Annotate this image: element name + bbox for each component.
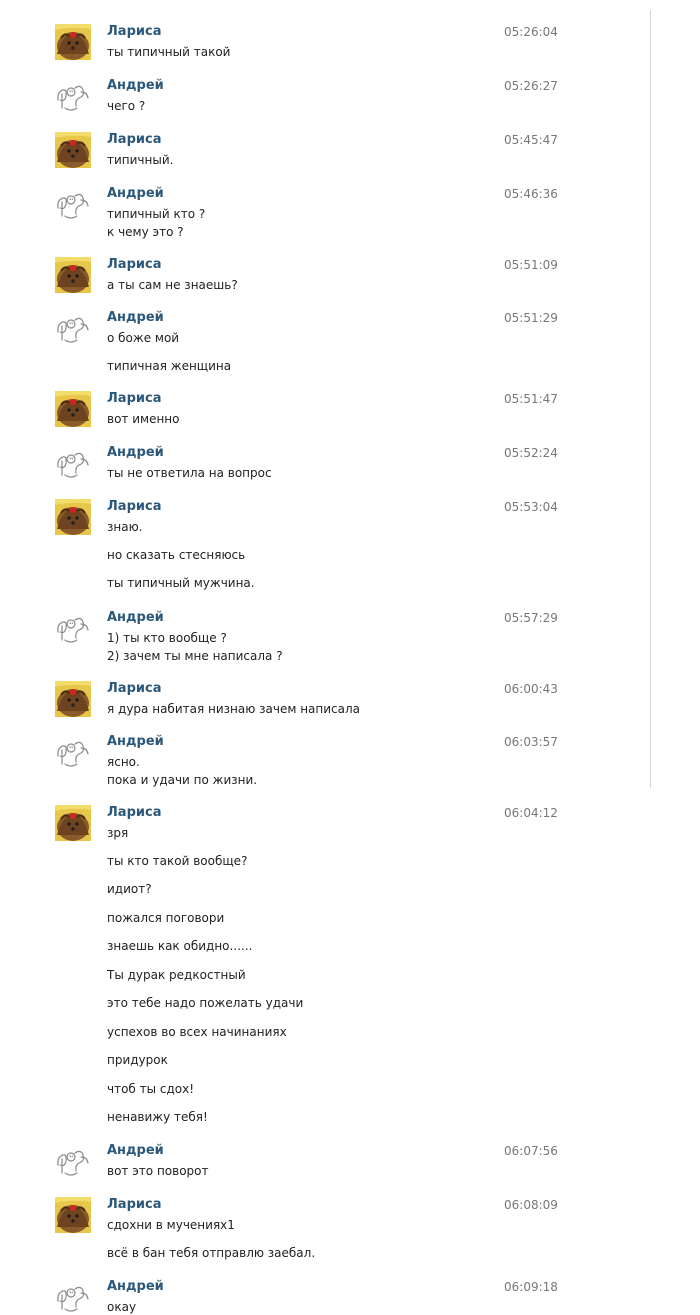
message-text: 2) зачем ты мне написала ? [107, 649, 283, 663]
message-text: ты типичный такой [107, 45, 231, 59]
message-text: типичный. [107, 153, 174, 167]
message-author-link[interactable]: Лариса [107, 132, 161, 148]
message-text: ты не ответила на вопрос [107, 466, 272, 480]
message-text: 1) ты кто вообще ? [107, 631, 227, 645]
message-text: чтоб ты сдох! [107, 1082, 195, 1096]
message-author-link[interactable]: Андрей [107, 310, 164, 326]
message-author-link[interactable]: Лариса [107, 257, 161, 273]
avatar-yorkie-photo[interactable] [55, 681, 91, 717]
message-text: всё в бан тебя отправлю заебал. [107, 1246, 316, 1260]
message-author-link[interactable]: Андрей [107, 1279, 164, 1295]
message-text: Ты дурак редкостный [107, 968, 246, 982]
message-timestamp: 05:52:24 [504, 446, 558, 460]
message-text: знаешь как обидно...... [107, 939, 253, 953]
message-author-link[interactable]: Андрей [107, 734, 164, 750]
avatar-yorkie-photo[interactable] [55, 499, 91, 535]
avatar-sketch-icon[interactable] [55, 610, 91, 646]
avatar-sketch-icon[interactable] [55, 310, 91, 346]
message-timestamp: 05:53:04 [504, 500, 558, 514]
message-text: я дура набитая низнаю зачем написала [107, 702, 361, 716]
message-author-link[interactable]: Лариса [107, 1197, 161, 1213]
avatar-sketch-icon[interactable] [55, 1143, 91, 1179]
message-timestamp: 05:57:29 [504, 611, 558, 625]
message-text: пожался поговори [107, 911, 225, 925]
message-text: но сказать стесняюсь [107, 548, 246, 562]
message-text: о боже мой [107, 331, 180, 345]
avatar-yorkie-photo[interactable] [55, 24, 91, 60]
message-author-link[interactable]: Лариса [107, 24, 161, 40]
message-timestamp: 05:26:04 [504, 25, 558, 39]
message-text: зря [107, 826, 129, 840]
message-author-link[interactable]: Лариса [107, 391, 161, 407]
message-text: ты кто такой вообще? [107, 854, 248, 868]
message-timestamp: 06:00:43 [504, 682, 558, 696]
avatar-sketch-icon[interactable] [55, 186, 91, 222]
message-timestamp: 06:03:57 [504, 735, 558, 749]
message-author-link[interactable]: Андрей [107, 1143, 164, 1159]
message-text: ненавижу тебя! [107, 1110, 208, 1124]
message-timestamp: 05:45:47 [504, 133, 558, 147]
message-timestamp: 05:51:29 [504, 311, 558, 325]
message-text: типичный кто ? [107, 207, 206, 221]
avatar-sketch-icon[interactable] [55, 1279, 91, 1315]
message-text: вот именно [107, 412, 180, 426]
message-timestamp: 06:04:12 [504, 806, 558, 820]
avatar-yorkie-photo[interactable] [55, 1197, 91, 1233]
avatar-yorkie-photo[interactable] [55, 805, 91, 841]
avatar-yorkie-photo[interactable] [55, 132, 91, 168]
message-text: идиот? [107, 882, 152, 896]
message-text: к чему это ? [107, 225, 184, 239]
message-text: придурок [107, 1053, 168, 1067]
avatar-yorkie-photo[interactable] [55, 257, 91, 293]
message-timestamp: 06:07:56 [504, 1144, 558, 1158]
message-timestamp: 05:26:27 [504, 79, 558, 93]
avatar-sketch-icon[interactable] [55, 78, 91, 114]
message-text: ты типичный мужчина. [107, 576, 255, 590]
message-text: знаю. [107, 520, 143, 534]
message-text: это тебе надо пожелать удачи [107, 996, 304, 1010]
message-text: сдохни в мучениях1 [107, 1218, 235, 1232]
message-timestamp: 05:51:09 [504, 258, 558, 272]
message-timestamp: 06:08:09 [504, 1198, 558, 1212]
avatar-yorkie-photo[interactable] [55, 391, 91, 427]
chat-history: Лариса 05:26:04 ты типичный такой Андрей 05:… [0, 0, 700, 1315]
message-author-link[interactable]: Андрей [107, 186, 164, 202]
message-text: пока и удачи по жизни. [107, 773, 258, 787]
message-author-link[interactable]: Лариса [107, 805, 161, 821]
message-timestamp: 06:09:18 [504, 1280, 558, 1294]
message-text: успехов во всех начинаниях [107, 1025, 287, 1039]
avatar-sketch-icon[interactable] [55, 445, 91, 481]
message-author-link[interactable]: Лариса [107, 499, 161, 515]
message-text: ясно. [107, 755, 140, 769]
avatar-sketch-icon[interactable] [55, 734, 91, 770]
message-author-link[interactable]: Лариса [107, 681, 161, 697]
message-text: вот это поворот [107, 1164, 209, 1178]
message-text: типичная женщина [107, 359, 232, 373]
message-timestamp: 05:51:47 [504, 392, 558, 406]
message-timestamp: 05:46:36 [504, 187, 558, 201]
message-author-link[interactable]: Андрей [107, 445, 164, 461]
scrollbar[interactable] [650, 10, 651, 788]
message-author-link[interactable]: Андрей [107, 610, 164, 626]
message-text: чего ? [107, 99, 146, 113]
message-text: а ты сам не знаешь? [107, 278, 238, 292]
message-author-link[interactable]: Андрей [107, 78, 164, 94]
